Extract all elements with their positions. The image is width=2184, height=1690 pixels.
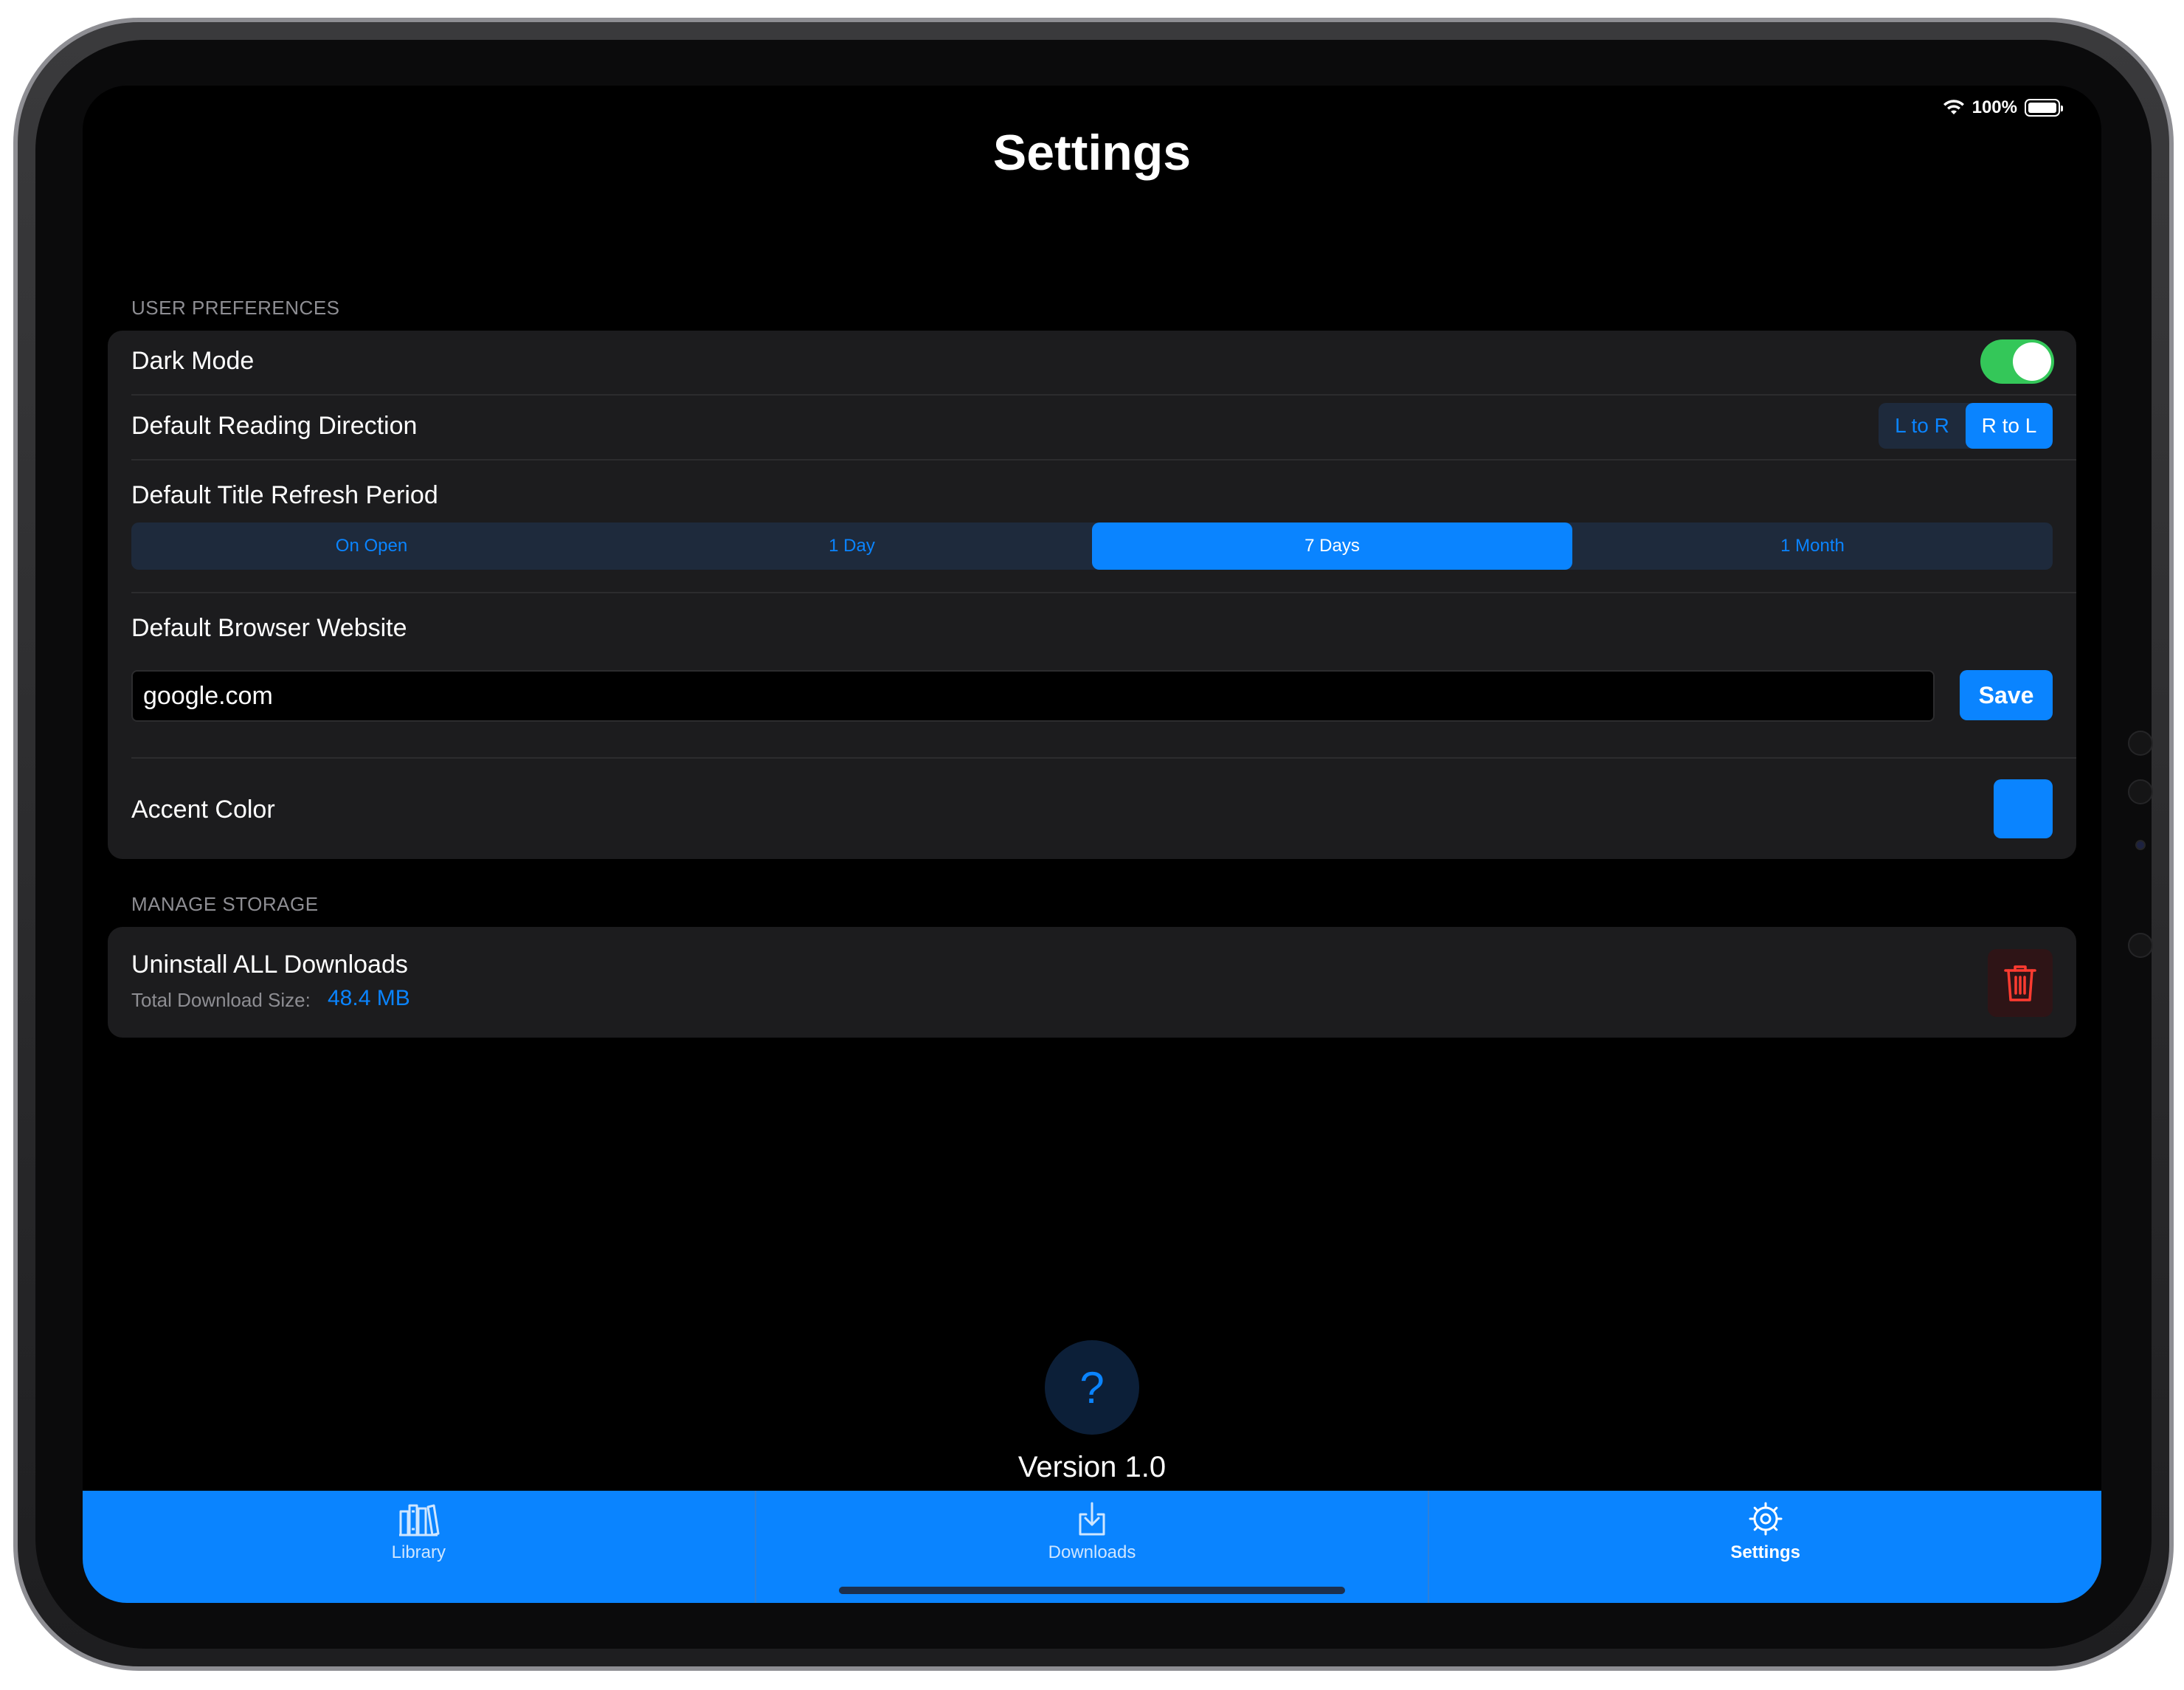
tab-downloads-label: Downloads xyxy=(1048,1542,1136,1562)
segment-on-open[interactable]: On Open xyxy=(131,522,612,570)
refresh-period-segmented: On Open 1 Day 7 Days 1 Month xyxy=(131,522,2053,570)
reading-direction-label: Default Reading Direction xyxy=(131,412,418,440)
tab-library-label: Library xyxy=(391,1542,446,1562)
battery-percent: 100% xyxy=(1972,97,2017,117)
divider xyxy=(131,757,2076,759)
tab-settings[interactable]: Settings xyxy=(1428,1491,2101,1603)
uninstall-downloads-button[interactable] xyxy=(1988,949,2053,1017)
side-camera xyxy=(2135,840,2146,850)
accent-color-picker[interactable] xyxy=(1994,779,2053,838)
segment-1-day[interactable]: 1 Day xyxy=(612,522,1092,570)
dark-mode-label: Dark Mode xyxy=(131,347,255,375)
page-title: Settings xyxy=(992,125,1192,181)
library-icon xyxy=(399,1504,440,1536)
segment-1-month[interactable]: 1 Month xyxy=(1572,522,2053,570)
tab-settings-label: Settings xyxy=(1730,1542,1801,1562)
section-header-user-preferences: USER PREFERENCES xyxy=(131,297,340,319)
section-header-manage-storage: MANAGE STORAGE xyxy=(131,893,319,915)
dark-mode-toggle[interactable] xyxy=(1980,339,2054,384)
settings-screen: 100% Settings USER PREFERENCES Dark Mode… xyxy=(83,86,2101,1603)
segment-r-to-l[interactable]: R to L xyxy=(1966,403,2053,449)
accent-color-label: Accent Color xyxy=(131,796,275,824)
help-button[interactable]: ? xyxy=(1045,1340,1139,1435)
tab-bar: Library Downloads Settings xyxy=(83,1491,2101,1603)
segment-7-days[interactable]: 7 Days xyxy=(1092,522,1572,570)
side-sensor xyxy=(2128,933,2153,958)
download-icon xyxy=(1079,1502,1105,1536)
save-button[interactable]: Save xyxy=(1960,670,2053,720)
status-bar: 100% xyxy=(1943,93,2063,123)
home-indicator xyxy=(839,1587,1345,1594)
divider xyxy=(131,394,2076,396)
tab-library[interactable]: Library xyxy=(83,1491,755,1603)
user-preferences-card: Dark Mode Default Reading Direction L to… xyxy=(108,331,2076,859)
question-mark-icon: ? xyxy=(1079,1362,1105,1413)
side-sensor xyxy=(2128,731,2153,756)
uninstall-downloads-label: Uninstall ALL Downloads xyxy=(131,951,408,979)
segment-l-to-r[interactable]: L to R xyxy=(1879,403,1966,449)
divider xyxy=(131,592,2076,593)
divider xyxy=(131,459,2076,461)
wifi-icon xyxy=(1943,100,1964,114)
toggle-knob xyxy=(2013,342,2051,381)
download-size-label: Total Download Size: xyxy=(131,989,311,1011)
refresh-period-label: Default Title Refresh Period xyxy=(131,481,438,509)
side-sensor xyxy=(2128,779,2153,804)
download-size-value: 48.4 MB xyxy=(328,986,410,1010)
manage-storage-card: Uninstall ALL Downloads Total Download S… xyxy=(108,927,2076,1038)
browser-website-label: Default Browser Website xyxy=(131,614,407,642)
version-label: Version 1.0 xyxy=(1017,1451,1167,1483)
browser-website-input[interactable]: google.com xyxy=(131,670,1935,722)
battery-icon xyxy=(2025,99,2063,117)
gear-icon xyxy=(1749,1502,1783,1536)
reading-direction-segmented: L to R R to L xyxy=(1879,403,2053,449)
trash-icon xyxy=(2004,965,2036,1001)
